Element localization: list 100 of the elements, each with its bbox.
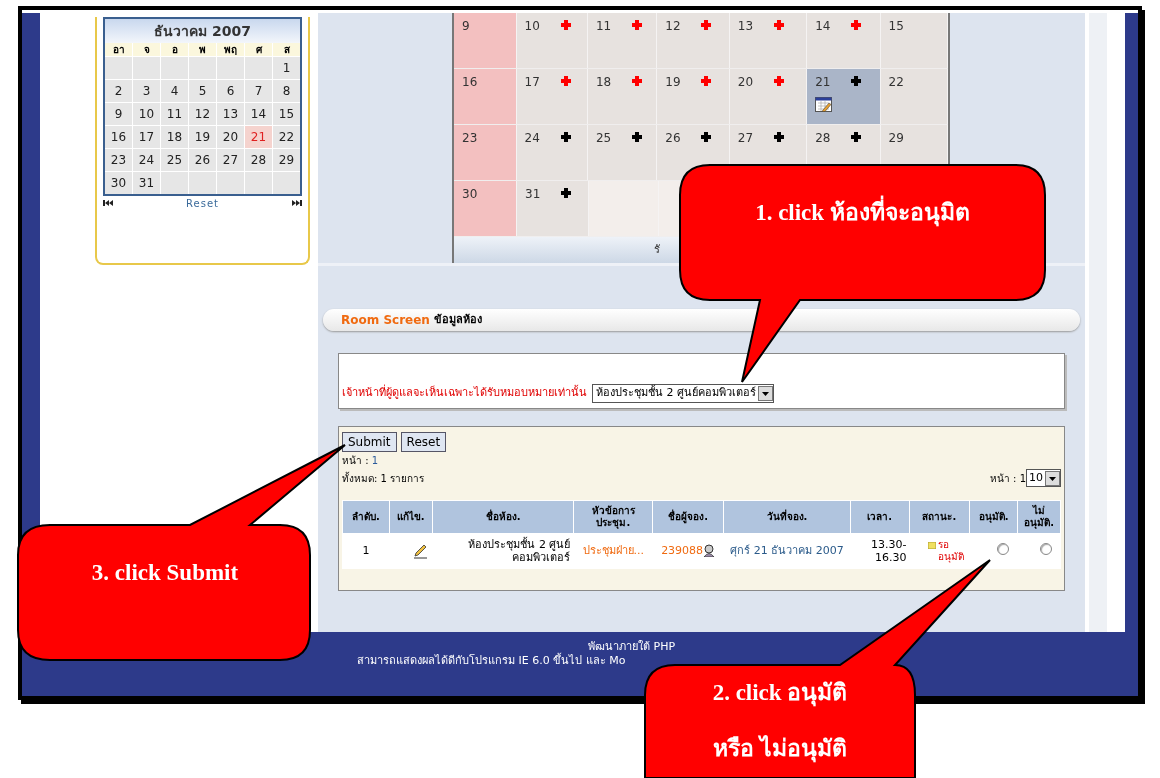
column-header: ไม่อนุมัติ.: [1018, 501, 1060, 533]
calendar-cell[interactable]: 18: [587, 69, 658, 124]
calendar-cell[interactable]: 22: [880, 69, 948, 124]
day-number: 11: [595, 18, 612, 35]
column-header: หัวข้อการประชุม.: [574, 501, 653, 533]
total-count: ทั้งหมด: 1 รายการ: [342, 470, 425, 486]
weekday-header: ส: [273, 43, 300, 56]
panel-title: Room Screen: [341, 312, 430, 329]
callout-text: หรือ ไม่อนุมัติ: [712, 734, 848, 765]
calendar-day[interactable]: 8: [273, 80, 300, 102]
footer-text: พัฒนาภายใต้ PHP: [588, 640, 677, 654]
day-number: 13: [737, 18, 754, 35]
weekday-header: จ: [133, 43, 160, 56]
calendar-cell[interactable]: 24: [516, 125, 588, 180]
calendar-cell[interactable]: 25: [587, 125, 658, 180]
day-number: 15: [888, 18, 904, 35]
calendar-cell[interactable]: 23: [454, 125, 517, 180]
day-number: 23: [462, 130, 478, 147]
calendar-cell[interactable]: 20: [729, 69, 808, 124]
calendar-day[interactable]: 25: [161, 149, 188, 171]
calendar-cell[interactable]: 16: [454, 69, 517, 124]
calendar-day[interactable]: 28: [245, 149, 272, 171]
calendar-day[interactable]: 4: [161, 80, 188, 102]
calendar-day[interactable]: 13: [217, 103, 244, 125]
calendar-day[interactable]: 6: [217, 80, 244, 102]
calendar-day[interactable]: 3: [133, 80, 160, 102]
column-header: สถานะ.: [909, 501, 970, 533]
calendar-cell[interactable]: 11: [587, 13, 658, 68]
form-button[interactable]: Reset: [400, 432, 447, 452]
calendar-day[interactable]: 14: [245, 103, 272, 125]
weekday-header: อ: [161, 43, 188, 56]
weekday-header: พฤ: [217, 43, 244, 56]
callout-text: 3. click Submit: [90, 559, 240, 587]
room-select[interactable]: ห้องประชุมชั้น 2 ศูนย์คอมพิวเตอร์: [592, 384, 774, 403]
calendar-day[interactable]: 2: [105, 80, 132, 102]
pager-label: หน้า : 1: [989, 471, 1026, 486]
calendar-cell[interactable]: 21: [807, 69, 881, 124]
reset-link[interactable]: Reset: [186, 195, 219, 211]
calendar-day[interactable]: 26: [189, 149, 216, 171]
calendar-cell[interactable]: 14: [807, 13, 881, 68]
page-link[interactable]: 1: [371, 454, 379, 468]
column-header: ชื่อผู้จอง.: [653, 501, 723, 533]
calendar-cell[interactable]: 9: [454, 13, 517, 68]
day-number: 14: [815, 18, 831, 35]
column-header: ลำดับ.: [343, 501, 389, 533]
calendar-day[interactable]: 31: [133, 172, 160, 194]
calendar-day[interactable]: 30: [105, 172, 132, 194]
calendar-day[interactable]: 29: [273, 149, 300, 171]
calendar-day[interactable]: 1: [273, 57, 300, 79]
day-number: 31: [525, 186, 541, 203]
day-number: 16: [462, 74, 478, 91]
calendar-day[interactable]: 5: [189, 80, 216, 102]
calendar-day[interactable]: 19: [189, 126, 216, 148]
status-text: รอ อนุมัติ: [938, 539, 966, 563]
calendar-cell[interactable]: 15: [880, 13, 948, 68]
calendar-day[interactable]: 12: [189, 103, 216, 125]
day-number: 26: [665, 130, 681, 147]
calendar-cell[interactable]: 31: [517, 181, 589, 236]
calendar-cell[interactable]: 17: [516, 69, 588, 124]
calendar-day[interactable]: 20: [217, 126, 244, 148]
calendar-cell[interactable]: 12: [657, 13, 730, 68]
calendar-day[interactable]: 24: [133, 149, 160, 171]
column-header: แก้ไข.: [389, 501, 432, 533]
calendar-day[interactable]: 18: [161, 126, 188, 148]
day-number: 9: [462, 18, 470, 35]
day-number: 19: [665, 74, 681, 91]
footer-text: สามารถแสดงผลได้ดีกับโปรแกรม IE 6.0 ขึ้นไป และ Mo: [357, 654, 627, 668]
calendar-day[interactable]: 16: [105, 126, 132, 148]
day-number: 17: [524, 74, 540, 91]
day-number: 29: [888, 130, 904, 147]
weekday-header: พ: [189, 43, 216, 56]
calendar-cell[interactable]: 19: [657, 69, 730, 124]
calendar-cell[interactable]: 10: [516, 13, 588, 68]
day-number: 24: [524, 130, 540, 147]
form-button[interactable]: Submit: [342, 432, 397, 452]
day-number: 12: [665, 18, 681, 35]
day-number: 20: [737, 74, 754, 91]
page-size-select[interactable]: 10: [1026, 469, 1061, 487]
calendar-day[interactable]: 27: [217, 149, 244, 171]
column-header: ชื่อห้อง.: [432, 501, 574, 533]
day-number: 21: [815, 74, 831, 91]
day-number: 27: [737, 130, 754, 147]
calendar-day[interactable]: 10: [133, 103, 160, 125]
calendar-day[interactable]: 23: [105, 149, 132, 171]
day-number: 25: [595, 130, 612, 147]
calendar-day[interactable]: 22: [273, 126, 300, 148]
callout-text: 2. click อนุมัติ: [711, 679, 849, 709]
calendar-day[interactable]: 7: [245, 80, 272, 102]
column-header: เวลา.: [850, 501, 909, 533]
calendar-day[interactable]: 9: [105, 103, 132, 125]
calendar-cell[interactable]: 13: [729, 13, 808, 68]
column-header: อนุมัติ.: [970, 501, 1018, 533]
weekday-header: อา: [105, 43, 132, 56]
day-number: 28: [815, 130, 831, 147]
column-header: วันที่จอง.: [724, 501, 850, 533]
calendar-day[interactable]: 15: [273, 103, 300, 125]
callout-text: 1. click ห้องที่จะอนุมิต: [690, 196, 1035, 231]
calendar-day[interactable]: 11: [161, 103, 188, 125]
calendar-day[interactable]: 17: [133, 126, 160, 148]
calendar-cell[interactable]: 30: [454, 181, 517, 236]
